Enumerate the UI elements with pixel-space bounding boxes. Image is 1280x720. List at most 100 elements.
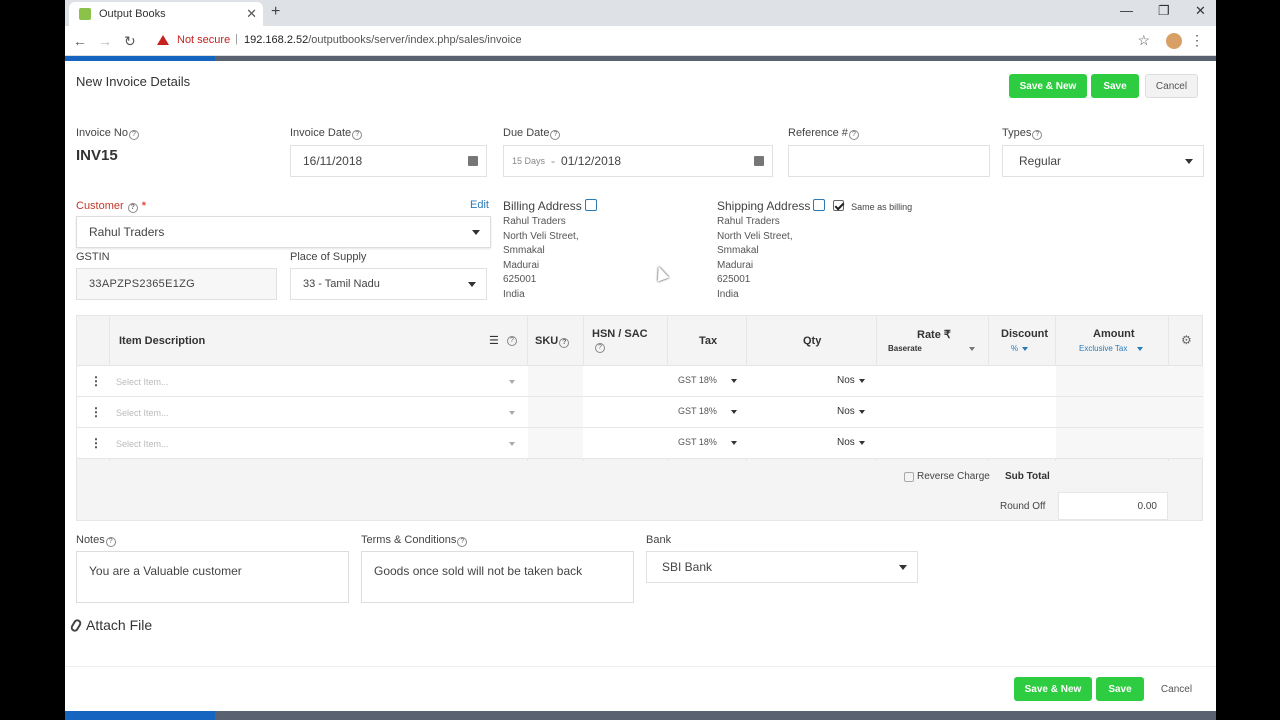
browser-menu-icon[interactable]: ⋮ <box>1190 32 1204 49</box>
sku-cell[interactable] <box>528 397 583 427</box>
item-select[interactable]: Select Item... <box>116 377 169 387</box>
table-header: Item Description ☰ ? SKU? HSN / SAC ? Ta… <box>77 316 1202 366</box>
help-icon[interactable]: ? <box>457 537 468 547</box>
unit-select[interactable]: Nos <box>837 437 855 448</box>
profile-avatar[interactable] <box>1166 33 1182 49</box>
sku-cell[interactable] <box>528 366 583 396</box>
amount-tax-select[interactable]: Exclusive Tax <box>1079 344 1127 353</box>
same-as-billing-label: Same as billing <box>851 202 913 212</box>
cancel-button[interactable]: Cancel <box>1145 74 1198 98</box>
back-icon[interactable]: ← <box>73 33 87 49</box>
bank-select[interactable]: SBI Bank <box>646 551 918 583</box>
help-icon[interactable]: ? <box>848 130 859 140</box>
sku-cell[interactable] <box>528 428 583 458</box>
reload-icon[interactable]: ↻ <box>124 33 136 50</box>
notes-textarea[interactable]: You are a Valuable customer <box>76 551 349 603</box>
page-title: New Invoice Details <box>76 74 191 89</box>
attach-file-button[interactable]: Attach File <box>69 617 152 633</box>
edit-icon[interactable] <box>584 199 597 211</box>
address-line: Rahul Traders <box>503 216 566 227</box>
terms-label: Terms & Conditions? <box>361 534 468 547</box>
place-of-supply-select[interactable]: 33 - Tamil Nadu <box>290 268 487 300</box>
tax-select[interactable]: GST 18% <box>678 375 717 385</box>
col-tax: Tax <box>699 335 718 347</box>
invoice-date-field[interactable]: 16/11/2018 <box>290 145 487 177</box>
place-of-supply-value: 33 - Tamil Nadu <box>303 278 380 290</box>
chevron-down-icon <box>899 565 907 570</box>
address-line: Rahul Traders <box>717 216 780 227</box>
address-line: India <box>503 288 525 300</box>
tax-select[interactable]: GST 18% <box>678 437 717 447</box>
row-menu-icon[interactable]: ⋮ <box>90 436 102 450</box>
help-icon[interactable]: ? <box>127 203 138 213</box>
round-off-label: Round Off <box>1000 501 1046 512</box>
close-window-icon[interactable]: ✕ <box>1195 3 1206 19</box>
footer-save-new-button[interactable]: Save & New <box>1014 677 1092 701</box>
address-line: North Veli Street, <box>503 230 579 242</box>
help-icon[interactable]: ? <box>105 537 116 547</box>
chevron-down-icon <box>731 410 737 414</box>
bookmark-star-icon[interactable]: ☆ <box>1137 32 1150 49</box>
browser-tab[interactable]: Output Books ✕ <box>69 2 263 26</box>
row-menu-icon[interactable]: ⋮ <box>90 405 102 419</box>
items-table: Item Description ☰ ? SKU? HSN / SAC ? Ta… <box>76 315 1204 521</box>
close-tab-icon[interactable]: ✕ <box>246 6 257 22</box>
help-icon[interactable]: ? <box>128 130 139 140</box>
types-value: Regular <box>1019 154 1062 168</box>
address-line: Madurai <box>717 259 754 271</box>
item-select[interactable]: Select Item... <box>116 408 169 418</box>
save-button[interactable]: Save <box>1091 74 1139 98</box>
restore-icon[interactable]: ❐ <box>1158 3 1170 19</box>
address-line: Madurai <box>503 259 540 271</box>
address-line: Smmakal <box>717 245 759 256</box>
rate-type-select[interactable]: Baserate <box>888 344 922 353</box>
security-indicator[interactable]: Not secure <box>157 34 230 46</box>
footer-save-button[interactable]: Save <box>1096 677 1144 701</box>
reference-input[interactable] <box>788 145 990 177</box>
gear-icon[interactable]: ⚙ <box>1181 333 1192 347</box>
invoice-date-value: 16/11/2018 <box>303 154 363 168</box>
help-icon[interactable]: ? <box>1032 130 1043 140</box>
help-icon[interactable]: ? <box>507 336 517 346</box>
round-off-input[interactable]: 0.00 <box>1058 492 1168 520</box>
unit-select[interactable]: Nos <box>837 375 855 386</box>
footer-cancel-button[interactable]: Cancel <box>1150 677 1203 701</box>
amount-cell <box>1056 397 1204 427</box>
address-line: Smmakal <box>503 245 545 256</box>
discount-type-select[interactable]: % <box>1011 344 1018 353</box>
forward-icon[interactable]: → <box>98 33 112 49</box>
item-select[interactable]: Select Item... <box>116 439 169 449</box>
place-of-supply-label: Place of Supply <box>290 251 367 263</box>
columns-toggle-icon[interactable]: ☰ <box>489 334 499 347</box>
calendar-icon[interactable] <box>754 156 764 166</box>
help-icon[interactable]: ? <box>595 343 605 353</box>
edit-icon[interactable] <box>813 199 826 211</box>
bank-value: SBI Bank <box>662 560 713 574</box>
chevron-down-icon <box>509 380 515 384</box>
help-icon[interactable]: ? <box>352 130 363 140</box>
url-field[interactable]: 192.168.2.52/outputbooks/server/index.ph… <box>244 34 522 46</box>
table-row: ⋮ Select Item... GST 18% Nos <box>77 397 1204 428</box>
new-tab-icon[interactable]: + <box>271 3 280 21</box>
save-new-button[interactable]: Save & New <box>1009 74 1087 98</box>
due-date-field[interactable]: 15 Days - 01/12/2018 <box>503 145 773 177</box>
due-terms[interactable]: 15 Days <box>512 156 545 166</box>
edit-customer-link[interactable]: Edit <box>470 199 489 211</box>
chevron-down-icon <box>731 441 737 445</box>
unit-select[interactable]: Nos <box>837 406 855 417</box>
minimize-icon[interactable]: — <box>1120 3 1133 18</box>
calendar-icon[interactable] <box>468 156 478 166</box>
row-menu-icon[interactable]: ⋮ <box>90 374 102 388</box>
gstin-field[interactable]: 33APZPS2365E1ZG <box>76 268 277 300</box>
help-icon[interactable]: ? <box>550 130 561 140</box>
chevron-down-icon <box>1022 347 1028 351</box>
reverse-charge-checkbox[interactable] <box>904 472 914 482</box>
terms-textarea[interactable]: Goods once sold will not be taken back <box>361 551 634 603</box>
help-icon[interactable]: ? <box>559 338 570 348</box>
types-select[interactable]: Regular <box>1002 145 1204 177</box>
customer-select[interactable]: Rahul Traders <box>76 216 491 248</box>
col-sku: SKU? <box>535 335 570 348</box>
same-as-billing-checkbox[interactable] <box>832 200 844 211</box>
col-discount: Discount <box>1001 328 1049 340</box>
tax-select[interactable]: GST 18% <box>678 406 717 416</box>
